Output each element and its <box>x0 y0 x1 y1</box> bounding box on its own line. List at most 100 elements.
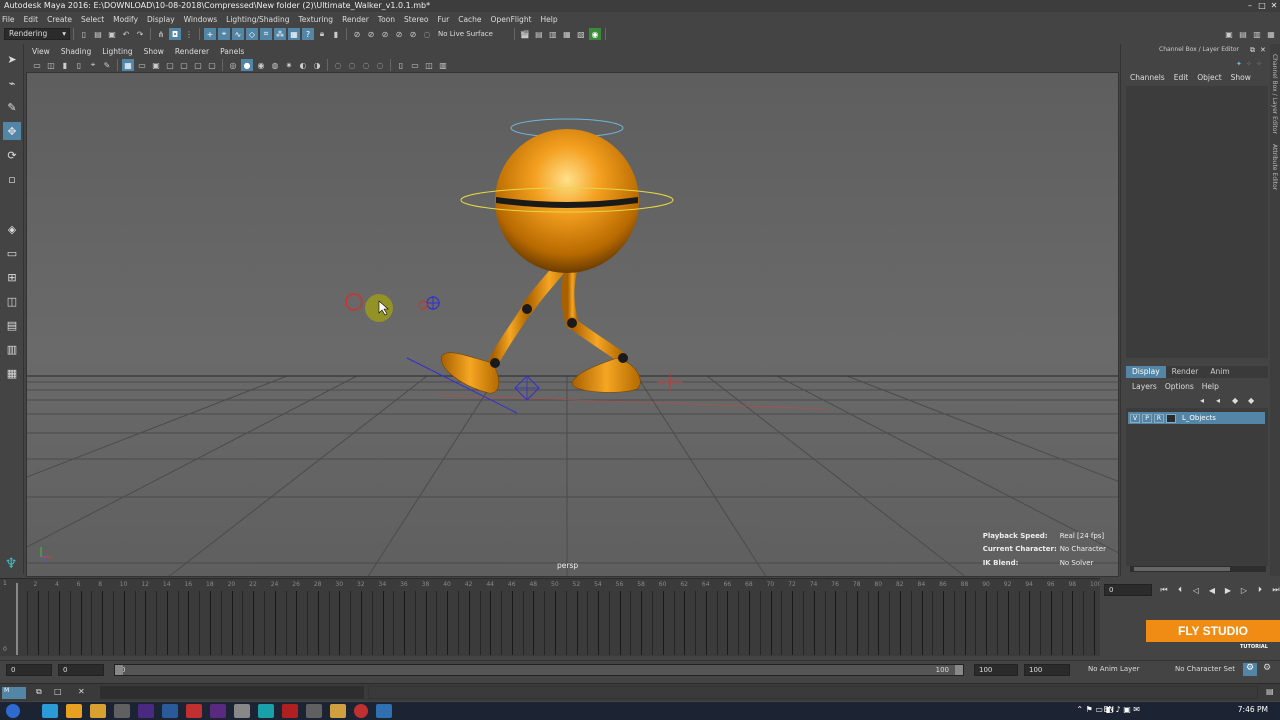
select-handle-icon[interactable]: + <box>204 28 216 40</box>
stereo-icon[interactable]: ▥ <box>437 59 449 71</box>
layout-more-icon[interactable]: ▦ <box>3 364 21 382</box>
lock-icon[interactable]: 🔒︎ <box>316 28 328 40</box>
ie-icon[interactable] <box>42 704 58 718</box>
ipr-render-icon[interactable]: ▤ <box>533 28 545 40</box>
snap-curve-icon[interactable]: ⊘ <box>365 28 377 40</box>
pole-vector-red[interactable] <box>345 293 363 311</box>
menu-toon[interactable]: Toon <box>378 15 395 24</box>
layer-tab-display[interactable]: Display <box>1126 366 1166 378</box>
select-curve-icon[interactable]: ∿ <box>232 28 244 40</box>
channel-box-icon[interactable]: ▦ <box>1265 28 1277 40</box>
layout-four-icon[interactable]: ⊞ <box>3 268 21 286</box>
resolution-gate-icon[interactable]: ▣ <box>150 59 162 71</box>
layout-side-icon[interactable]: ◫ <box>3 292 21 310</box>
menu-stereo[interactable]: Stereo <box>404 15 428 24</box>
safe-action-icon[interactable]: ▢ <box>192 59 204 71</box>
move-layer-up-icon[interactable]: ◂ <box>1200 396 1216 405</box>
save-scene-icon[interactable]: ▣ <box>106 28 118 40</box>
reference-toggle[interactable]: R <box>1154 413 1164 423</box>
select-object-icon[interactable]: ◘ <box>169 28 181 40</box>
app-icon[interactable] <box>306 704 322 718</box>
menu-texturing[interactable]: Texturing <box>298 15 333 24</box>
character-set-dropdown[interactable]: No Character Set <box>1175 665 1235 673</box>
app-icon[interactable] <box>162 704 178 718</box>
current-time-indicator[interactable] <box>16 583 18 655</box>
tray-icons[interactable]: ⌃ ⚑ ▭ ◧ ♪ ▣ ✉ <box>1076 705 1140 714</box>
hypershade-icon[interactable]: ▧ <box>575 28 587 40</box>
range-slider-bar[interactable]: 0 100 <box>114 664 964 676</box>
animation-start-field[interactable]: 0 <box>6 664 52 676</box>
grid-icon[interactable]: ▦ <box>122 59 134 71</box>
render-view-icon[interactable]: ▦ <box>561 28 573 40</box>
image-plane-icon[interactable]: ▯ <box>73 59 85 71</box>
menu-select[interactable]: Select <box>81 15 104 24</box>
menu-openflight[interactable]: OpenFlight <box>491 15 532 24</box>
snap-grid-icon[interactable]: ⊘ <box>351 28 363 40</box>
snap-surface-icon[interactable]: ⊘ <box>407 28 419 40</box>
film-gate-icon[interactable]: ▭ <box>136 59 148 71</box>
move-tool-icon[interactable]: ✥ <box>3 122 21 140</box>
select-tool-icon[interactable]: ➤ <box>3 50 21 68</box>
go-to-end-icon[interactable]: ⏭ <box>1268 583 1280 597</box>
maya-taskbar-icon[interactable] <box>258 704 274 718</box>
menu-help[interactable]: Help <box>541 15 558 24</box>
gate-mask-icon[interactable]: ▢ <box>164 59 176 71</box>
field-chart-icon[interactable]: ▢ <box>178 59 190 71</box>
step-forward-frame-icon[interactable]: ▷ <box>1236 583 1252 597</box>
select-surface-icon[interactable]: ◇ <box>246 28 258 40</box>
grease-pencil-icon[interactable]: ✎ <box>101 59 113 71</box>
app-icon[interactable] <box>330 704 346 718</box>
layout-graph-icon[interactable]: ▥ <box>3 340 21 358</box>
channel-tab-object[interactable]: Object <box>1197 73 1221 82</box>
animation-end-field[interactable]: 100 <box>1024 664 1070 676</box>
anim-prefs-icon[interactable]: ⚙ <box>1263 663 1271 673</box>
anim-layer-dropdown[interactable]: No Anim Layer <box>1088 665 1139 673</box>
layer-color-swatch[interactable] <box>1166 413 1176 423</box>
safe-title-icon[interactable]: ▢ <box>206 59 218 71</box>
panel-menu-lighting[interactable]: Lighting <box>102 47 132 56</box>
panel-menu-renderer[interactable]: Renderer <box>175 47 209 56</box>
clock[interactable]: 7:46 PM <box>1238 705 1268 714</box>
layout-single-icon[interactable]: ▭ <box>3 244 21 262</box>
highlight-icon[interactable]: ▮ <box>330 28 342 40</box>
panel-menu-panels[interactable]: Panels <box>220 47 244 56</box>
premiere-icon[interactable] <box>138 704 154 718</box>
new-scene-icon[interactable]: ▯ <box>78 28 90 40</box>
scrollbar-thumb[interactable] <box>1134 567 1230 571</box>
perspective-viewport[interactable]: persp Playback Speed: Real [24 fps] Curren… <box>26 72 1119 577</box>
paint-select-icon[interactable]: ✎ <box>3 98 21 116</box>
toggle-icon[interactable]: ✦ <box>1236 60 1246 68</box>
tool-settings-icon[interactable]: ▥ <box>1251 28 1263 40</box>
menu-display[interactable]: Display <box>147 15 175 24</box>
close-icon[interactable]: ✕ <box>78 687 85 696</box>
snap-view-icon[interactable]: ⊘ <box>393 28 405 40</box>
wireframe-icon[interactable]: ◎ <box>227 59 239 71</box>
menu-render[interactable]: Render <box>342 15 369 24</box>
chrome-icon[interactable] <box>66 704 82 718</box>
go-to-start-icon[interactable]: ⏮ <box>1156 583 1172 597</box>
maximize-icon[interactable]: □ <box>1256 0 1268 12</box>
current-frame-field[interactable]: 0 <box>1104 584 1152 596</box>
time-slider[interactable]: 2 4 6 8 10 12 14 16 18 20 22 24 26 28 30 32 34 36 38 40 42 44… <box>0 578 1100 656</box>
xray-icon[interactable]: ◌ <box>346 59 358 71</box>
menu-create[interactable]: Create <box>47 15 72 24</box>
modeling-toolkit-icon[interactable]: ▣ <box>1223 28 1235 40</box>
app-icon[interactable] <box>354 704 368 718</box>
ao-icon[interactable]: ◑ <box>311 59 323 71</box>
script-editor-icon[interactable]: ▤ <box>1266 687 1274 696</box>
float-icon[interactable]: ⧉ <box>1250 46 1260 55</box>
range-handle-left[interactable] <box>115 665 123 675</box>
select-hierarchy-icon[interactable]: ⋔ <box>155 28 167 40</box>
select-misc-icon[interactable]: ? <box>302 28 314 40</box>
channel-box-list[interactable] <box>1126 86 1268 358</box>
maximize-icon[interactable]: □ <box>54 687 62 696</box>
vertical-tab[interactable]: Channel Box / Layer Editor <box>1271 54 1278 134</box>
select-dynamic-icon[interactable]: ⁂ <box>274 28 286 40</box>
menu-fur[interactable]: Fur <box>437 15 449 24</box>
lasso-tool-icon[interactable]: ⌁ <box>3 74 21 92</box>
layout-outliner-icon[interactable]: ▤ <box>3 316 21 334</box>
lights-icon[interactable]: ✷ <box>283 59 295 71</box>
bookmark-icon[interactable]: ▮ <box>59 59 71 71</box>
visibility-toggle[interactable]: V <box>1130 413 1140 423</box>
shadows-icon[interactable]: ◐ <box>297 59 309 71</box>
